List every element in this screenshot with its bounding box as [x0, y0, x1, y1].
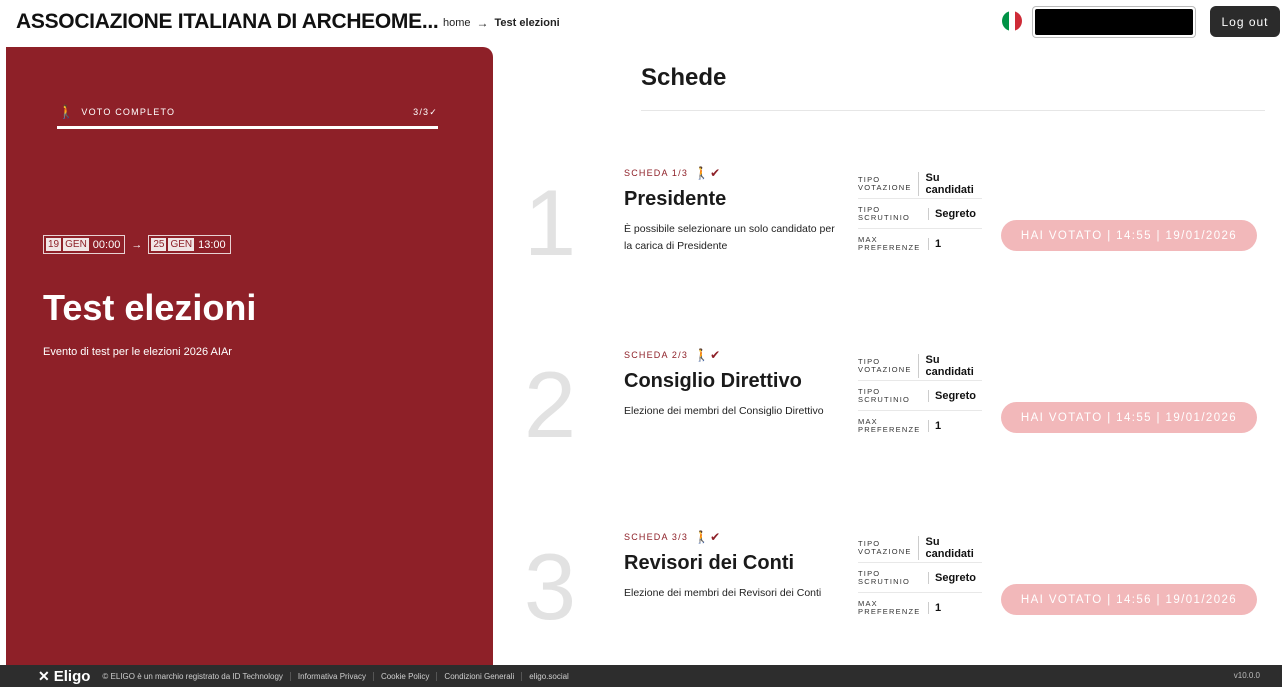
ballot-label-text: SCHEDA 2/3: [624, 350, 689, 360]
spec-value: Segreto: [928, 571, 976, 584]
breadcrumb: home → Test elezioni: [443, 16, 560, 30]
ballot-title: Revisori dei Conti: [624, 552, 795, 574]
voted-check-icon: 🚶✔: [694, 166, 722, 180]
footer-link-privacy[interactable]: Informativa Privacy: [289, 671, 373, 681]
spec-row: TIPO VOTAZIONE Su candidati: [858, 169, 982, 199]
arrow-right-icon: →: [131, 238, 143, 251]
app-version: v10.0.0: [1233, 671, 1260, 680]
spec-row: MAX PREFERENZE 1: [858, 411, 982, 441]
ballot-label: SCHEDA 2/3 🚶✔: [624, 348, 721, 362]
ballot-label-text: SCHEDA 3/3: [624, 532, 689, 542]
spec-value: Su candidati: [918, 171, 982, 196]
progress-label: VOTO COMPLETO: [81, 107, 176, 117]
top-header: ASSOCIAZIONE ITALIANA DI ARCHEOME... hom…: [0, 0, 1282, 44]
ballot-title: Consiglio Direttivo: [624, 370, 802, 392]
ballot-description: È possibile selezionare un solo candidat…: [624, 223, 835, 252]
ballot-number: 2: [523, 352, 577, 457]
walking-person-icon: 🚶: [58, 104, 76, 119]
spec-key: TIPO SCRUTINIO: [858, 386, 911, 404]
ballot-number: 3: [523, 534, 577, 639]
spec-key: MAX PREFERENZE: [858, 235, 921, 252]
spec-row: MAX PREFERENZE 1: [858, 593, 982, 623]
spec-value: Segreto: [928, 389, 976, 402]
ballot-description: Elezione dei membri dei Revisori dei Con…: [624, 587, 822, 599]
ballot-label-text: SCHEDA 1/3: [624, 168, 689, 178]
event-description: Evento di test per le elezioni 2026 AIAr: [43, 346, 232, 358]
ballot-description: Elezione dei membri del Consiglio Dirett…: [624, 405, 824, 417]
flag-green-stripe: [1002, 11, 1009, 31]
ballot-number: 1: [523, 170, 577, 275]
footer-copyright: © ELIGO è un marchio registrato da ID Te…: [102, 671, 283, 681]
ballot-specs: TIPO VOTAZIONE Su candidati TIPO SCRUTINI…: [858, 533, 982, 623]
breadcrumb-home-link[interactable]: home: [443, 17, 471, 29]
end-time: 13:00: [198, 238, 226, 251]
arrow-right-icon: →: [476, 16, 489, 30]
end-day: 25: [151, 238, 167, 251]
spec-key: TIPO SCRUTINIO: [858, 204, 911, 222]
ballot-label: SCHEDA 1/3 🚶✔: [624, 166, 721, 180]
start-month: GEN: [63, 238, 89, 251]
redacted-username: [1035, 9, 1193, 35]
event-panel: 🚶 VOTO COMPLETO 3/3✓ 19 GEN 00:00 → 25 G…: [6, 47, 493, 667]
footer-link-social[interactable]: eligo.social: [521, 671, 576, 681]
voted-status-button[interactable]: HAI VOTATO | 14:55 | 19/01/2026: [1001, 402, 1257, 433]
ballot-card: 2 SCHEDA 2/3 🚶✔ Consiglio Direttivo Elez…: [520, 348, 1280, 498]
italian-flag-icon[interactable]: [1002, 11, 1022, 31]
start-day: 19: [46, 238, 62, 251]
ballot-label: SCHEDA 3/3 🚶✔: [624, 530, 721, 544]
spec-value: Su candidati: [918, 353, 982, 378]
footer-link-terms[interactable]: Condizioni Generali: [436, 671, 521, 681]
spec-row: TIPO VOTAZIONE Su candidati: [858, 533, 982, 563]
ballot-card: 3 SCHEDA 3/3 🚶✔ Revisori dei Conti Elezi…: [520, 530, 1280, 680]
spec-row: TIPO VOTAZIONE Su candidati: [858, 351, 982, 381]
progress-count: 3/3✓: [413, 106, 438, 117]
spec-key: MAX PREFERENZE: [858, 599, 921, 616]
voted-check-icon: 🚶✔: [694, 530, 722, 544]
voted-status-button[interactable]: HAI VOTATO | 14:56 | 19/01/2026: [1001, 584, 1257, 615]
start-date: 19 GEN 00:00: [43, 235, 126, 254]
flag-red-stripe: [1015, 11, 1022, 31]
end-date: 25 GEN 13:00: [148, 235, 231, 254]
breadcrumb-current: Test elezioni: [494, 17, 560, 29]
spec-key: TIPO SCRUTINIO: [858, 568, 911, 586]
spec-row: MAX PREFERENZE 1: [858, 229, 982, 259]
spec-value: 1: [928, 420, 941, 432]
footer: ✕ Eligo © ELIGO è un marchio registrato …: [0, 665, 1282, 687]
spec-row: TIPO SCRUTINIO Segreto: [858, 381, 982, 411]
spec-value: Su candidati: [918, 535, 982, 560]
ballot-specs: TIPO VOTAZIONE Su candidati TIPO SCRUTINI…: [858, 351, 982, 441]
ballot-card: 1 SCHEDA 1/3 🚶✔ Presidente È possibile s…: [520, 166, 1280, 316]
spec-key: TIPO VOTAZIONE: [858, 538, 912, 556]
voted-check-icon: 🚶✔: [694, 348, 722, 362]
page-title: Schede: [641, 64, 727, 91]
spec-key: TIPO VOTAZIONE: [858, 174, 912, 192]
spec-value: Segreto: [928, 207, 976, 220]
spec-value: 1: [928, 238, 941, 250]
progress-bar-fill: [57, 126, 438, 129]
vote-progress-row: 🚶 VOTO COMPLETO 3/3✓: [58, 104, 438, 120]
end-month: GEN: [168, 238, 195, 251]
spec-key: MAX PREFERENZE: [858, 417, 921, 434]
footer-link-cookie[interactable]: Cookie Policy: [372, 671, 436, 681]
user-menu[interactable]: [1032, 6, 1196, 38]
logout-button[interactable]: Log out: [1210, 6, 1280, 37]
spec-value: 1: [928, 602, 941, 614]
flag-white-stripe: [1008, 11, 1016, 31]
app-title[interactable]: ASSOCIAZIONE ITALIANA DI ARCHEOME...: [16, 10, 439, 34]
ballot-title: Presidente: [624, 188, 727, 210]
start-time: 00:00: [92, 238, 121, 251]
ballot-specs: TIPO VOTAZIONE Su candidati TIPO SCRUTINI…: [858, 169, 982, 259]
eligo-logo[interactable]: ✕ Eligo: [38, 668, 90, 685]
footer-links: © ELIGO è un marchio registrato da ID Te…: [102, 671, 576, 681]
spec-row: TIPO SCRUTINIO Segreto: [858, 199, 982, 229]
event-title: Test elezioni: [43, 287, 257, 328]
eligo-logo-icon: ✕: [38, 667, 50, 684]
event-date-range: 19 GEN 00:00 → 25 GEN 13:00: [43, 235, 231, 254]
logo-text: Eligo: [53, 667, 91, 685]
divider: [641, 110, 1265, 111]
progress-bar: [57, 126, 438, 129]
spec-row: TIPO SCRUTINIO Segreto: [858, 563, 982, 593]
spec-key: TIPO VOTAZIONE: [858, 356, 912, 374]
voted-status-button[interactable]: HAI VOTATO | 14:55 | 19/01/2026: [1001, 220, 1257, 251]
